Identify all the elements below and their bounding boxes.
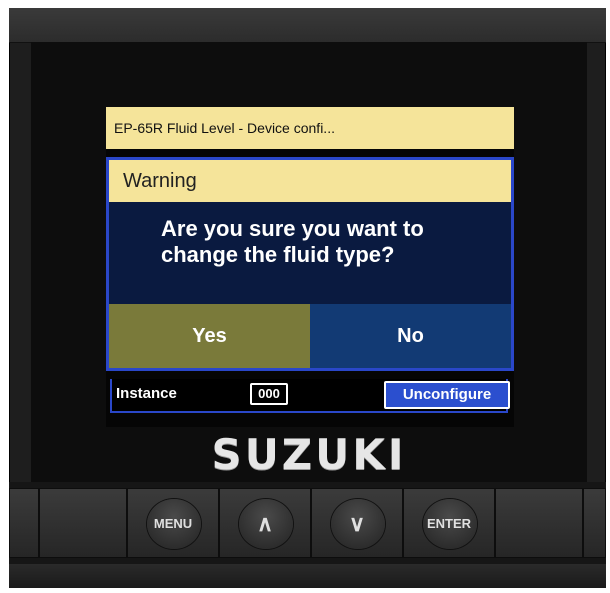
blank-key-left xyxy=(39,488,127,558)
down-key[interactable]: ∨ xyxy=(311,488,403,558)
yes-button[interactable]: Yes xyxy=(109,304,310,368)
keypad: MENU ∧ ∨ ENTER xyxy=(9,482,606,564)
warning-dialog: Warning Are you sure you want to change … xyxy=(106,157,514,371)
dialog-buttons: Yes No xyxy=(109,304,511,368)
top-bezel xyxy=(9,8,606,43)
instance-field[interactable]: 000 xyxy=(250,383,288,405)
blank-key-right xyxy=(495,488,583,558)
instance-label: Instance xyxy=(116,385,177,402)
no-button[interactable]: No xyxy=(310,304,511,368)
keypad-edge-right xyxy=(583,488,606,558)
menu-key[interactable]: MENU xyxy=(127,488,219,558)
dialog-title: Warning xyxy=(109,160,511,202)
enter-key-label: ENTER xyxy=(426,516,472,531)
gauge-device: EP-65R Fluid Level - Device confi... Ins… xyxy=(9,8,606,588)
bottom-bezel xyxy=(9,564,606,588)
dialog-message: Are you sure you want to change the flui… xyxy=(161,216,424,267)
display-face: EP-65R Fluid Level - Device confi... Ins… xyxy=(31,42,587,482)
up-arrow-icon: ∧ xyxy=(256,511,274,536)
menu-key-label: MENU xyxy=(153,516,193,531)
instance-row: Instance 000 Unconfigure xyxy=(110,379,510,413)
unconfigure-button[interactable]: Unconfigure xyxy=(384,381,510,409)
lcd-screen: EP-65R Fluid Level - Device confi... Ins… xyxy=(106,107,514,427)
up-key[interactable]: ∧ xyxy=(219,488,311,558)
screen-title: EP-65R Fluid Level - Device confi... xyxy=(106,107,514,149)
keypad-edge-left xyxy=(9,488,39,558)
brand-logo: SUZUKI xyxy=(211,430,407,479)
down-arrow-icon: ∨ xyxy=(348,511,366,536)
enter-key[interactable]: ENTER xyxy=(403,488,495,558)
